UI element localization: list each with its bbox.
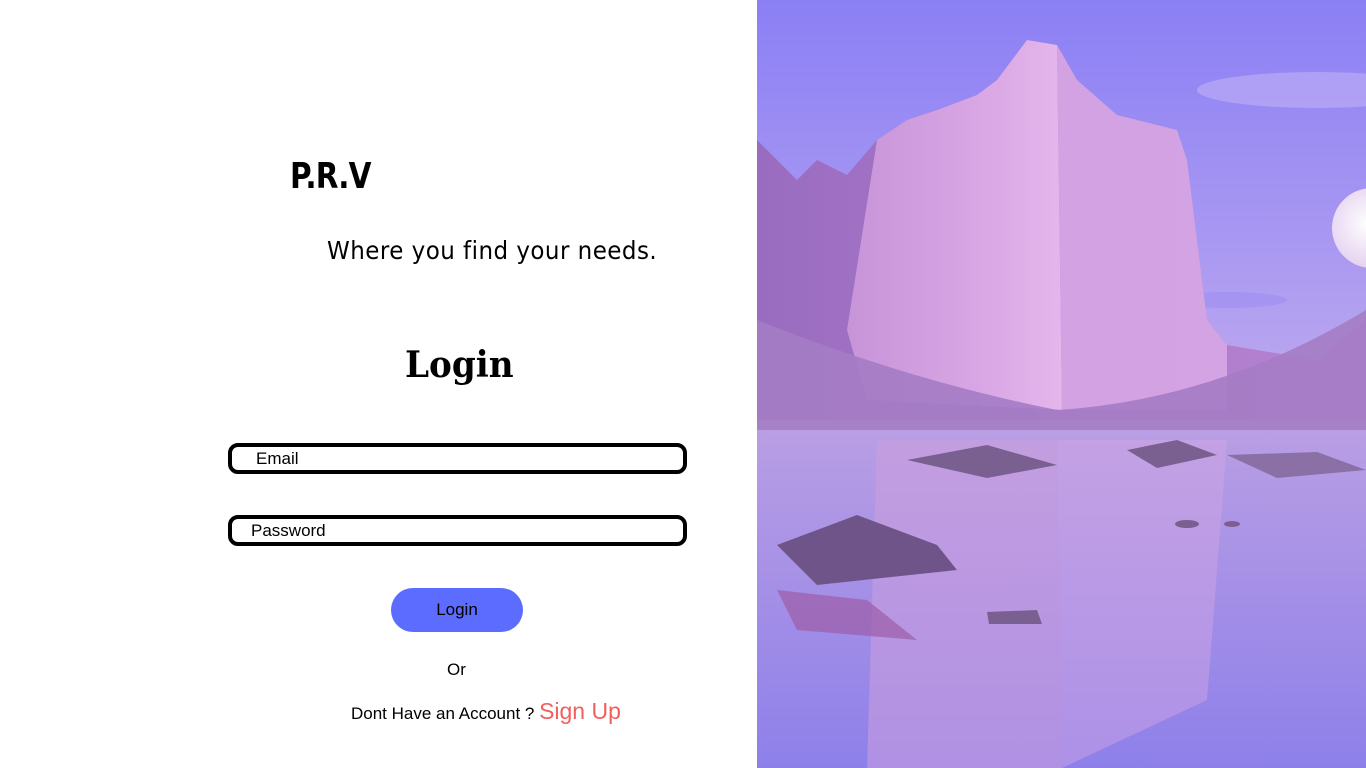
brand-logo: P.R.V bbox=[290, 156, 372, 197]
or-divider: Or bbox=[447, 660, 466, 679]
email-field-container bbox=[228, 443, 687, 474]
signup-prompt: Dont Have an Account ? bbox=[351, 704, 540, 723]
signup-row: Dont Have an Account ? Sign Up bbox=[351, 698, 621, 725]
brand-tagline: Where you find your needs. bbox=[327, 236, 658, 265]
login-panel: P.R.V Where you find your needs. Login L… bbox=[0, 0, 757, 768]
password-input[interactable] bbox=[232, 519, 683, 542]
password-field-container bbox=[228, 515, 687, 546]
hero-image bbox=[757, 0, 1366, 768]
login-heading: Login bbox=[405, 344, 514, 386]
email-input[interactable] bbox=[232, 447, 683, 470]
signup-link[interactable]: Sign Up bbox=[539, 698, 621, 724]
hero-scene-illustration bbox=[757, 0, 1366, 768]
login-button[interactable]: Login bbox=[391, 588, 523, 632]
